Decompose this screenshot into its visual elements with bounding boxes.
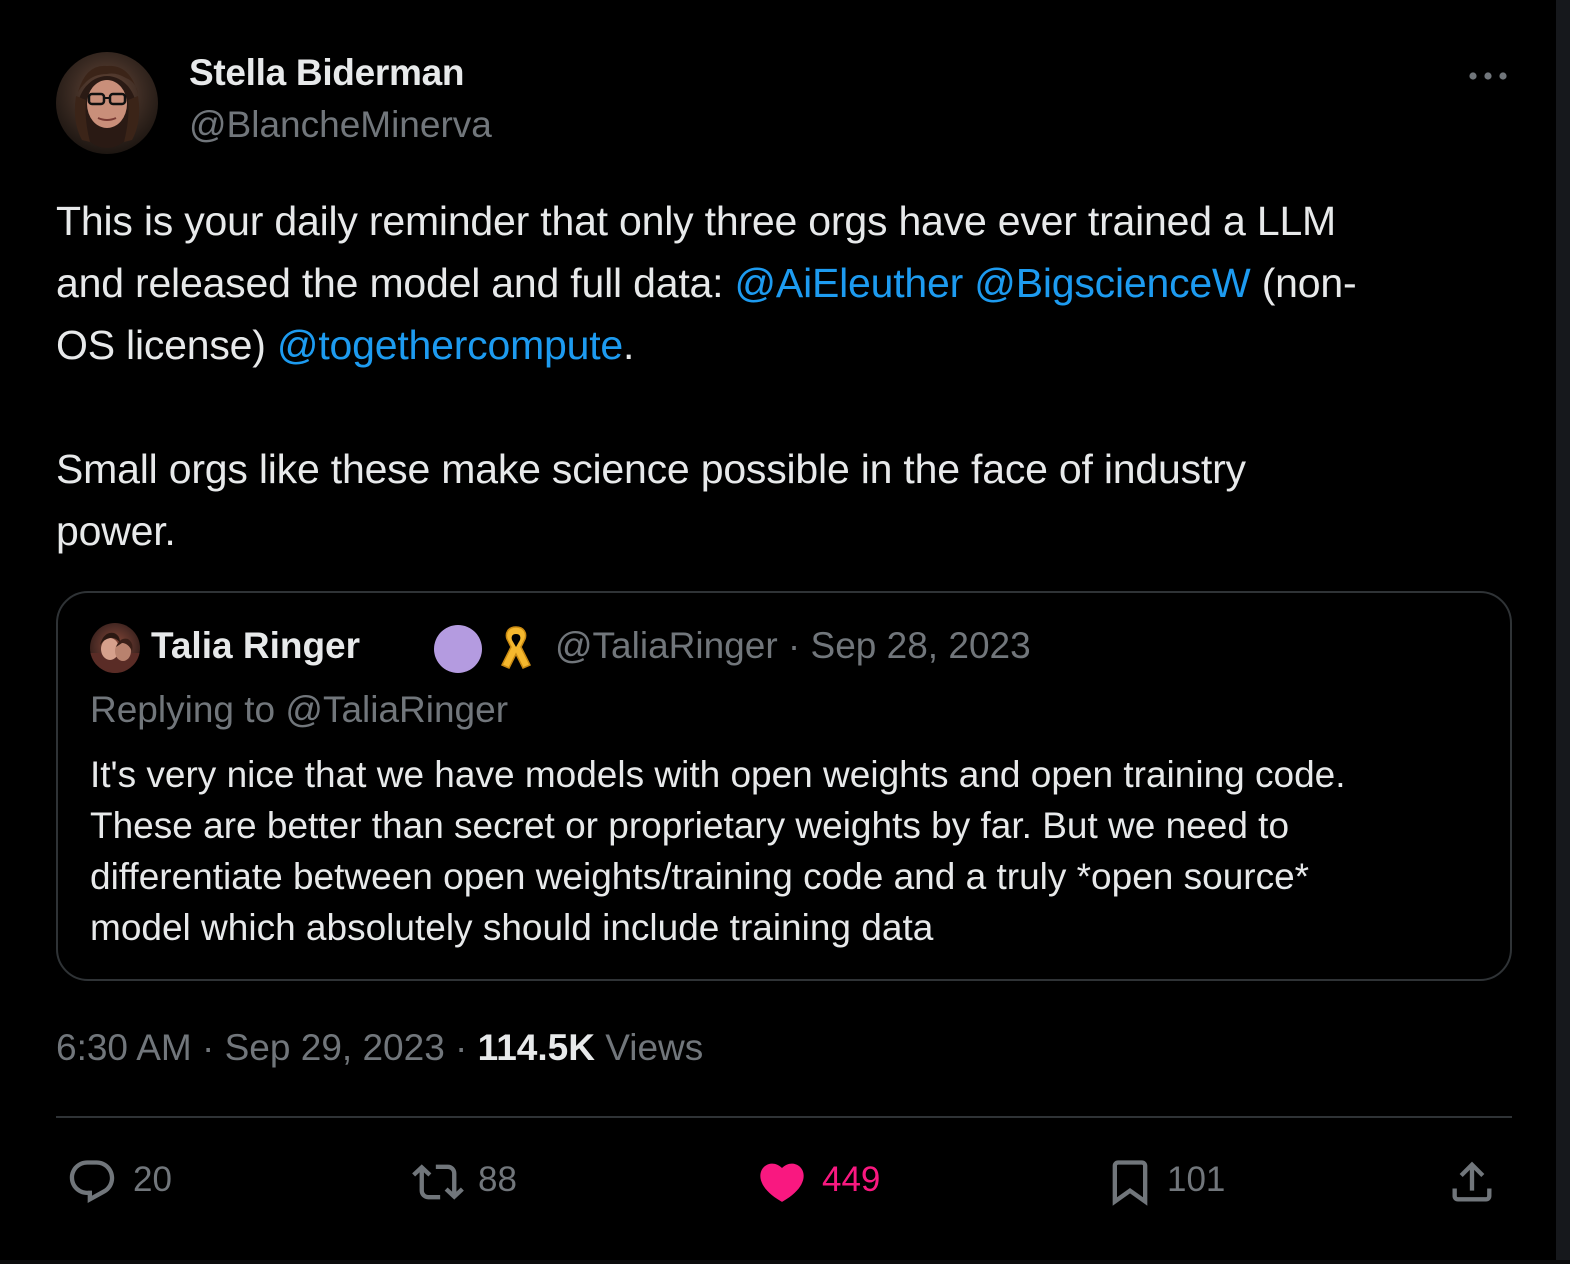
window-edge: [1556, 0, 1570, 1264]
quoted-avatar-photo: [90, 632, 140, 673]
quoted-line: differentiate between open weights/train…: [90, 856, 1310, 897]
quoted-tweet-text: It's very nice that we have models with …: [90, 749, 1480, 953]
tweet-line: OS license) @togethercompute.: [56, 314, 1496, 376]
purple-circle-badge-icon: [434, 625, 482, 673]
mention-aieleuther[interactable]: @AiEleuther: [735, 260, 964, 306]
author-handle[interactable]: @BlancheMinerva: [189, 104, 492, 146]
mention-togethercompute[interactable]: @togethercompute: [277, 322, 623, 368]
bookmark-icon: [1112, 1160, 1148, 1206]
tweet-line: This is your daily reminder that only th…: [56, 190, 1496, 252]
tweet-text-segment: (non-: [1250, 260, 1357, 306]
like-count: 449: [822, 1160, 881, 1199]
tweet-text-segment: .: [623, 322, 635, 368]
retweet-icon: [412, 1164, 464, 1200]
window-edge: [0, 1260, 1570, 1264]
tweet-text-segment: Small orgs like these make science possi…: [56, 446, 1246, 492]
bookmark-count: 101: [1167, 1160, 1226, 1199]
tweet-meta: 6:30 AM · Sep 29, 2023 · 114.5K Views: [56, 1027, 703, 1069]
reply-button[interactable]: 20: [66, 1150, 206, 1210]
avatar-photo: [74, 65, 140, 148]
divider: [56, 1116, 1512, 1118]
tweet-text: This is your daily reminder that only th…: [56, 190, 1496, 562]
author-name[interactable]: Stella Biderman: [189, 52, 464, 94]
tweet-detail: Stella Biderman @BlancheMinerva This is …: [0, 0, 1570, 1264]
views-count: 114.5K: [477, 1027, 595, 1068]
heart-filled-icon: [760, 1163, 804, 1202]
author-avatar[interactable]: [56, 52, 158, 154]
timestamp[interactable]: 6:30 AM · Sep 29, 2023 ·: [56, 1027, 478, 1068]
tweet-line: power.: [56, 500, 1496, 562]
retweet-count: 88: [478, 1160, 517, 1199]
bookmark-button[interactable]: 101: [1104, 1150, 1264, 1210]
share-icon: [1452, 1161, 1492, 1202]
mention-bigsciencew[interactable]: @BigscienceW: [974, 260, 1250, 306]
reply-count: 20: [133, 1160, 172, 1199]
tweet-text-segment: OS license): [56, 322, 277, 368]
tweet-line: Small orgs like these make science possi…: [56, 438, 1496, 500]
quoted-author-name[interactable]: Talia Ringer: [151, 625, 360, 667]
quoted-line: It's very nice that we have models with …: [90, 754, 1346, 795]
reply-icon: [69, 1160, 115, 1204]
retweet-button[interactable]: 88: [412, 1150, 552, 1210]
like-button[interactable]: 449: [756, 1150, 916, 1210]
quoted-line: These are better than secret or propriet…: [90, 805, 1290, 846]
tweet-text-segment: power.: [56, 508, 176, 554]
replying-to: Replying to @TaliaRinger: [90, 689, 509, 730]
quoted-line: model which absolutely should include tr…: [90, 907, 934, 948]
quoted-handle-date[interactable]: @TaliaRinger · Sep 28, 2023: [555, 625, 1031, 667]
quoted-author-avatar[interactable]: [90, 623, 140, 673]
tweet-text-segment: This is your daily reminder that only th…: [56, 198, 1337, 244]
tweet-text-segment: and released the model and full data:: [56, 260, 735, 306]
share-button[interactable]: [1446, 1150, 1502, 1210]
quoted-tweet[interactable]: Talia Ringer @TaliaRinger · Sep 28, 2023…: [56, 591, 1512, 981]
yellow-ribbon-icon: [498, 623, 534, 673]
more-icon[interactable]: [1462, 60, 1514, 92]
views-label: Views: [594, 1027, 704, 1068]
tweet-line: and released the model and full data: @A…: [56, 252, 1496, 314]
